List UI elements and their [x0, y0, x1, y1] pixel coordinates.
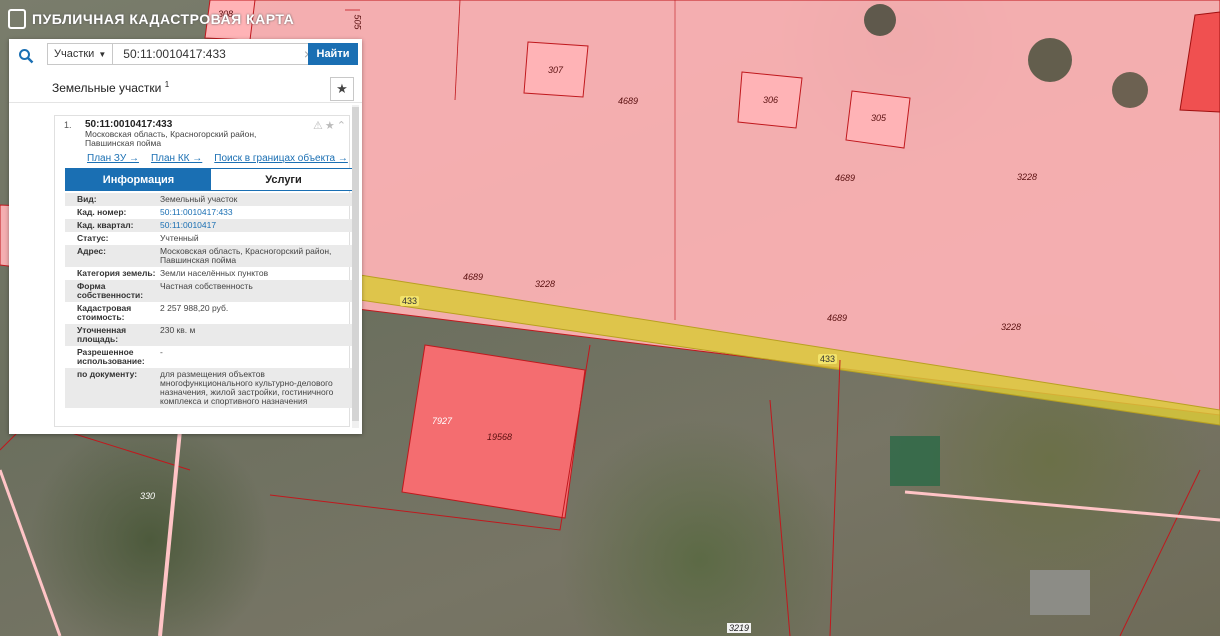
divider: [9, 102, 362, 103]
map-label-3219: 3219: [727, 623, 752, 633]
attribute-row: Кад. номер: 50:11:0010417:433: [65, 206, 357, 219]
chevron-down-icon: ▼: [98, 49, 107, 59]
find-button[interactable]: Найти: [308, 43, 358, 65]
attribute-key: Форма собственности:: [77, 281, 144, 300]
tab-services[interactable]: Услуги: [211, 169, 356, 190]
attribute-key: Кадастровая стоимость:: [77, 303, 132, 322]
map-label-3228-c: 3228: [1001, 322, 1022, 332]
chevron-up-icon[interactable]: ⌃: [337, 119, 346, 132]
attribute-value: Учтенный: [160, 233, 199, 243]
attribute-value: Московская область, Красногорский район,…: [160, 246, 332, 265]
favorites-button[interactable]: ★: [330, 77, 354, 101]
map-label-19568: 19568: [487, 432, 513, 442]
map-label-4689-a: 4689: [618, 96, 639, 106]
warning-icon[interactable]: ⚠: [313, 119, 323, 132]
map-label-3228-a: 3228: [1017, 172, 1038, 182]
attribute-key: Кад. номер:: [77, 207, 127, 217]
map-label-433-a: 433: [400, 296, 420, 306]
result-number: 1.: [64, 120, 72, 130]
search-bounds-link[interactable]: Поиск в границах объекта →: [214, 153, 348, 164]
results-scrollbar[interactable]: [352, 105, 359, 428]
results-title-text: Земельные участки: [52, 81, 162, 95]
search-icon[interactable]: [9, 39, 43, 72]
attribute-value: 2 257 988,20 руб.: [160, 303, 229, 313]
search-row: Участки ▼ × Найти: [9, 39, 362, 72]
attribute-row: по документу: для размещения объектов мно…: [65, 368, 357, 408]
attribute-row: Вид: Земельный участок: [65, 193, 357, 206]
card-actions: ⚠ ★ ⌃: [313, 119, 346, 132]
search-type-label: Участки: [54, 48, 95, 60]
attribute-row: Разрешенное использование: -: [65, 346, 357, 368]
map-label-3228-b: 3228: [535, 279, 556, 289]
attribute-key: Категория земель:: [77, 268, 156, 278]
map-logo-icon: [8, 9, 26, 29]
app-title: ПУБЛИЧНАЯ КАДАСТРОВАЯ КАРТА: [32, 11, 295, 27]
attribute-row: Кадастровая стоимость: 2 257 988,20 руб.: [65, 302, 357, 324]
attribute-row: Адрес: Московская область, Красногорский …: [65, 245, 357, 267]
attribute-row: Кад. квартал: 50:11:0010417: [65, 219, 357, 232]
attribute-value-link[interactable]: 50:11:0010417:433: [160, 208, 357, 217]
map-label-305: 305: [871, 113, 887, 123]
attribute-row: Статус: Учтенный: [65, 232, 357, 245]
star-icon[interactable]: ★: [325, 119, 335, 132]
map-label-307: 307: [548, 65, 564, 75]
attribute-key: по документу:: [77, 369, 138, 379]
plan-zu-link[interactable]: План ЗУ →: [87, 153, 139, 164]
scrollbar-thumb[interactable]: [352, 107, 359, 421]
result-card[interactable]: 1. 50:11:0010417:433 Московская область,…: [54, 115, 357, 427]
map-label-505: 505: [352, 14, 363, 30]
attribute-key: Кад. квартал:: [77, 220, 134, 230]
map-label-7927: 7927: [432, 416, 453, 426]
attribute-key: Адрес:: [77, 246, 106, 256]
map-label-330: 330: [140, 491, 156, 501]
results-count: 1: [164, 80, 170, 89]
attribute-value: Частная собственность: [160, 281, 253, 291]
result-address: Московская область, Красногорский район,…: [85, 129, 257, 148]
app-logo[interactable]: ПУБЛИЧНАЯ КАДАСТРОВАЯ КАРТА: [8, 9, 294, 29]
attribute-key: Уточненная площадь:: [77, 325, 127, 344]
map-label-4689-c: 4689: [463, 272, 484, 282]
map-label-433-b: 433: [818, 354, 838, 364]
search-input[interactable]: [113, 44, 300, 64]
attribute-row: Категория земель: Земли населённых пункто…: [65, 267, 357, 280]
attribute-value: -: [160, 347, 163, 357]
attribute-key: Разрешенное использование:: [77, 347, 145, 366]
tab-info[interactable]: Информация: [66, 169, 211, 190]
attribute-row: Форма собственности: Частная собственност…: [65, 280, 357, 302]
map-label-4689-d: 4689: [827, 313, 848, 323]
attribute-value: для размещения объектов многофункциональ…: [160, 369, 334, 406]
plan-kk-link[interactable]: План КК →: [151, 153, 202, 164]
map-label-306: 306: [763, 95, 779, 105]
attribute-table: Вид: Земельный участок Кад. номер: 50:11:0…: [65, 193, 357, 408]
attribute-key: Вид:: [77, 194, 97, 204]
map-label-4689-b: 4689: [835, 173, 856, 183]
attribute-value-link[interactable]: 50:11:0010417: [160, 221, 357, 230]
result-links: План ЗУ → План КК → Поиск в границах объ…: [87, 153, 348, 164]
search-box: Участки ▼ ×: [47, 43, 317, 65]
result-tabs: Информация Услуги: [65, 168, 357, 191]
attribute-value: 230 кв. м: [160, 325, 196, 335]
results-title: Земельные участки 1: [52, 80, 169, 95]
search-panel: Участки ▼ × Найти Земельные участки 1 ★ …: [9, 39, 362, 434]
attribute-row: Уточненная площадь: 230 кв. м: [65, 324, 357, 346]
attribute-value: Земли населённых пунктов: [160, 268, 269, 278]
star-icon: ★: [336, 81, 348, 96]
attribute-key: Статус:: [77, 233, 109, 243]
attribute-value: Земельный участок: [160, 194, 238, 204]
search-type-select[interactable]: Участки ▼: [48, 44, 114, 64]
